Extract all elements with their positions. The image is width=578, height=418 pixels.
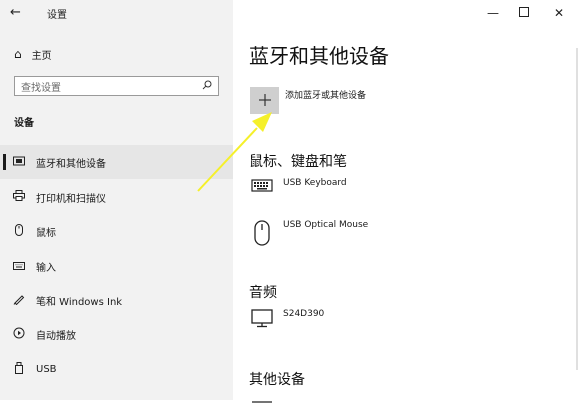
search-input[interactable]: 查找设置: [14, 76, 219, 96]
home-icon: ⌂: [14, 47, 22, 61]
printer-icon: [12, 190, 26, 204]
sidebar-item-printers[interactable]: 打印机和扫描仪: [0, 180, 233, 214]
sidebar-item-label: 鼠标: [36, 227, 56, 239]
back-button[interactable]: ←: [10, 3, 30, 23]
mouse-icon: [12, 223, 26, 239]
sidebar-item-label: USB: [36, 363, 57, 375]
pen-icon: [12, 293, 26, 308]
group-title-input-devices: 鼠标、键盘和笔: [249, 154, 347, 170]
home-label: 主页: [31, 50, 52, 62]
close-button[interactable]: ✕: [544, 3, 574, 23]
sidebar-item-usb[interactable]: USB: [0, 352, 233, 386]
sidebar: ← 设置 ⌂ 主页 查找设置 设备 蓝牙和其他设备 打印机和扫描仪 鼠标 输入 …: [0, 0, 233, 400]
sidebar-item-label: 打印机和扫描仪: [36, 193, 106, 205]
device-name: S24D390: [283, 309, 325, 319]
keyboard-icon: [12, 260, 26, 273]
home-link[interactable]: ⌂ 主页: [14, 45, 52, 63]
search-placeholder: 查找设置: [21, 82, 61, 94]
sidebar-item-bluetooth[interactable]: 蓝牙和其他设备: [0, 145, 233, 179]
maximize-icon: [519, 7, 529, 17]
sidebar-item-input[interactable]: 输入: [0, 249, 233, 283]
maximize-button[interactable]: [509, 3, 539, 23]
sidebar-item-label: 输入: [36, 262, 56, 274]
monitor-icon: [251, 308, 275, 332]
device-item[interactable]: [251, 394, 283, 418]
sidebar-item-pen[interactable]: 笔和 Windows Ink: [0, 283, 233, 317]
section-label: 设备: [14, 118, 34, 129]
device-item[interactable]: S24D390: [251, 308, 324, 332]
device-name: USB Optical Mouse: [283, 220, 369, 230]
minimize-button[interactable]: —: [478, 3, 508, 23]
device-item[interactable]: USB Optical Mouse: [251, 219, 369, 246]
bluetooth-icon: [12, 156, 26, 169]
device-name: USB Keyboard: [283, 178, 347, 188]
settings-window: ← 设置 ⌂ 主页 查找设置 设备 蓝牙和其他设备 打印机和扫描仪 鼠标 输入 …: [0, 0, 578, 403]
sidebar-item-label: 自动播放: [36, 330, 76, 342]
search-icon[interactable]: [202, 80, 212, 93]
sidebar-item-mouse[interactable]: 鼠标: [0, 214, 233, 248]
add-device-label[interactable]: 添加蓝牙或其他设备: [285, 88, 366, 101]
keyboard-icon: [251, 177, 275, 201]
group-title-audio: 音频: [249, 285, 277, 301]
sidebar-item-label: 蓝牙和其他设备: [36, 158, 106, 170]
window-title: 设置: [47, 10, 67, 21]
group-title-other-devices: 其他设备: [249, 372, 305, 388]
add-device-button[interactable]: [250, 87, 279, 114]
device-item[interactable]: USB Keyboard: [251, 177, 347, 201]
sidebar-item-autoplay[interactable]: 自动播放: [0, 317, 233, 351]
device-icon: [251, 394, 275, 418]
usb-icon: [12, 361, 26, 377]
page-title: 蓝牙和其他设备: [249, 44, 389, 68]
mouse-icon: [251, 219, 275, 246]
plus-icon: [258, 94, 271, 106]
main-panel: — ✕ 蓝牙和其他设备 添加蓝牙或其他设备 鼠标、键盘和笔 USB Keyboa…: [233, 0, 578, 403]
autoplay-icon: [12, 327, 26, 342]
sidebar-item-label: 笔和 Windows Ink: [36, 296, 123, 308]
